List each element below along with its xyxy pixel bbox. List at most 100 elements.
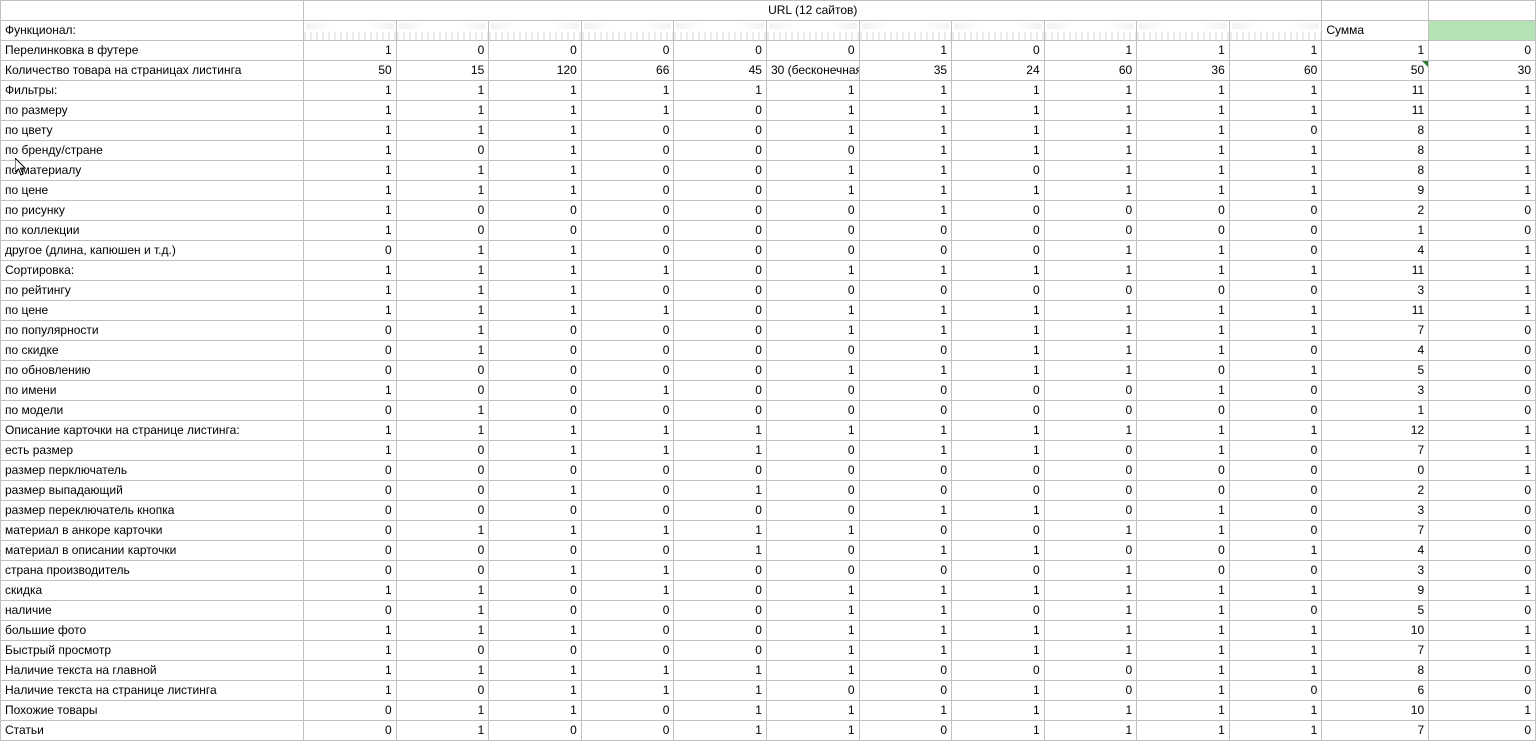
extra-cell[interactable]: 1 [1429,161,1536,181]
sum-cell[interactable]: 11 [1322,101,1429,121]
data-cell[interactable]: 1 [1229,141,1322,161]
data-cell[interactable]: 0 [581,321,674,341]
data-cell[interactable]: 0 [766,201,859,221]
data-cell[interactable]: 0 [489,381,582,401]
sum-cell[interactable]: 8 [1322,121,1429,141]
data-cell[interactable]: 1 [952,721,1045,741]
data-cell[interactable]: 35 [859,61,952,81]
data-cell[interactable]: 0 [859,661,952,681]
sum-cell[interactable]: 5 [1322,361,1429,381]
data-cell[interactable]: 0 [859,241,952,261]
data-cell[interactable]: 0 [1229,481,1322,501]
data-cell[interactable]: 1 [489,261,582,281]
data-cell[interactable]: 1 [766,361,859,381]
data-cell[interactable]: 0 [1044,441,1137,461]
sum-cell[interactable]: 2 [1322,201,1429,221]
data-cell[interactable]: 1 [489,161,582,181]
url-col-10[interactable] [1137,21,1230,41]
data-cell[interactable]: 0 [304,701,397,721]
cell-blank[interactable] [1322,1,1429,21]
data-cell[interactable]: 0 [396,461,489,481]
data-cell[interactable]: 1 [674,481,767,501]
data-cell[interactable]: 1 [1137,661,1230,681]
row-label[interactable]: Описание карточки на странице листинга: [1,421,304,441]
sum-cell[interactable]: 3 [1322,381,1429,401]
data-cell[interactable]: 0 [396,501,489,521]
extra-cell[interactable]: 1 [1429,121,1536,141]
data-cell[interactable]: 0 [489,541,582,561]
data-cell[interactable]: 1 [766,661,859,681]
data-cell[interactable]: 1 [859,81,952,101]
data-cell[interactable]: 1 [952,581,1045,601]
data-cell[interactable]: 0 [304,481,397,501]
functional-label[interactable]: Функционал: [1,21,304,41]
extra-cell[interactable]: 1 [1429,101,1536,121]
data-cell[interactable]: 1 [766,601,859,621]
data-cell[interactable]: 0 [1229,441,1322,461]
data-cell[interactable]: 1 [952,101,1045,121]
data-cell[interactable]: 0 [489,501,582,521]
data-cell[interactable]: 0 [766,341,859,361]
data-cell[interactable]: 1 [1044,701,1137,721]
data-cell[interactable]: 0 [859,561,952,581]
data-cell[interactable]: 1 [396,581,489,601]
data-cell[interactable]: 0 [581,181,674,201]
data-cell[interactable]: 0 [1229,281,1322,301]
data-cell[interactable]: 1 [304,261,397,281]
data-cell[interactable]: 0 [1137,401,1230,421]
row-label[interactable]: по популярности [1,321,304,341]
data-cell[interactable]: 0 [1044,461,1137,481]
data-cell[interactable]: 0 [859,341,952,361]
row-label[interactable]: наличие [1,601,304,621]
data-cell[interactable]: 1 [396,701,489,721]
url-col-7[interactable] [859,21,952,41]
row-label[interactable]: по цвету [1,121,304,141]
url-col-9[interactable] [1044,21,1137,41]
data-cell[interactable]: 0 [581,401,674,421]
data-cell[interactable]: 1 [489,481,582,501]
data-cell[interactable]: 1 [674,441,767,461]
extra-cell[interactable]: 1 [1429,301,1536,321]
data-cell[interactable]: 0 [581,501,674,521]
data-cell[interactable]: 1 [1137,381,1230,401]
data-cell[interactable]: 0 [1137,221,1230,241]
data-cell[interactable]: 0 [1044,221,1137,241]
data-cell[interactable]: 1 [1229,641,1322,661]
data-cell[interactable]: 0 [304,361,397,381]
data-cell[interactable]: 0 [952,281,1045,301]
data-cell[interactable]: 0 [1229,121,1322,141]
data-cell[interactable]: 1 [859,361,952,381]
data-cell[interactable]: 1 [766,421,859,441]
data-cell[interactable]: 0 [1044,381,1137,401]
row-label[interactable]: Похожие товары [1,701,304,721]
data-cell[interactable]: 1 [1137,301,1230,321]
data-cell[interactable]: 1 [674,81,767,101]
row-label[interactable]: другое (длина, капюшен и т.д.) [1,241,304,261]
extra-cell[interactable]: 0 [1429,541,1536,561]
extra-cell[interactable]: 1 [1429,181,1536,201]
data-cell[interactable]: 0 [1044,661,1137,681]
data-table[interactable]: URL (12 сайтов) Функционал: Сумма Перели… [0,0,1536,741]
data-cell[interactable]: 1 [1044,341,1137,361]
data-cell[interactable]: 1 [1044,301,1137,321]
data-cell[interactable]: 1 [952,81,1045,101]
data-cell[interactable]: 0 [304,321,397,341]
data-cell[interactable]: 1 [1044,241,1137,261]
data-cell[interactable]: 1 [581,661,674,681]
data-cell[interactable]: 0 [396,41,489,61]
data-cell[interactable]: 1 [1229,101,1322,121]
data-cell[interactable]: 1 [859,601,952,621]
data-cell[interactable]: 1 [581,421,674,441]
data-cell[interactable]: 1 [396,101,489,121]
data-cell[interactable]: 1 [396,281,489,301]
sum-cell[interactable]: 1 [1322,221,1429,241]
data-cell[interactable]: 1 [952,681,1045,701]
data-cell[interactable]: 1 [489,681,582,701]
data-cell[interactable]: 1 [674,681,767,701]
data-cell[interactable]: 1 [304,621,397,641]
data-cell[interactable]: 0 [396,561,489,581]
data-cell[interactable]: 1 [396,81,489,101]
data-cell[interactable]: 0 [396,541,489,561]
data-cell[interactable]: 0 [674,461,767,481]
data-cell[interactable]: 1 [304,581,397,601]
